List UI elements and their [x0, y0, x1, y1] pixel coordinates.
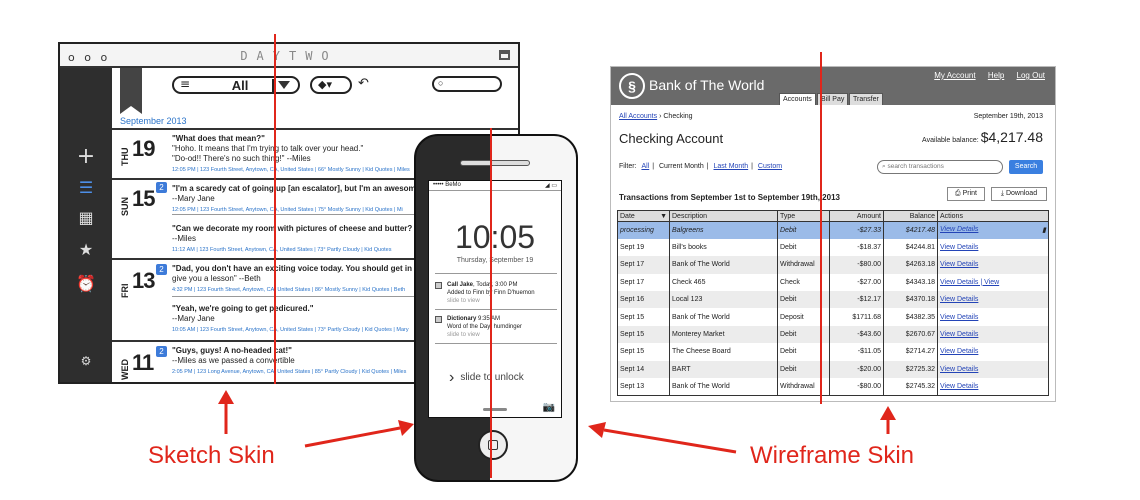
sketch-skin-caption: Sketch Skin [148, 442, 275, 469]
arrowhead-icon [218, 390, 234, 404]
arrow-right-icon [304, 426, 401, 448]
annotation-arrows [218, 390, 896, 454]
arrow-left-icon [603, 428, 737, 454]
arrowhead-icon [398, 420, 414, 436]
wireframe-skin-caption: Wireframe Skin [750, 442, 915, 469]
arrowhead-icon [588, 422, 606, 438]
arrowhead-icon [880, 406, 896, 420]
